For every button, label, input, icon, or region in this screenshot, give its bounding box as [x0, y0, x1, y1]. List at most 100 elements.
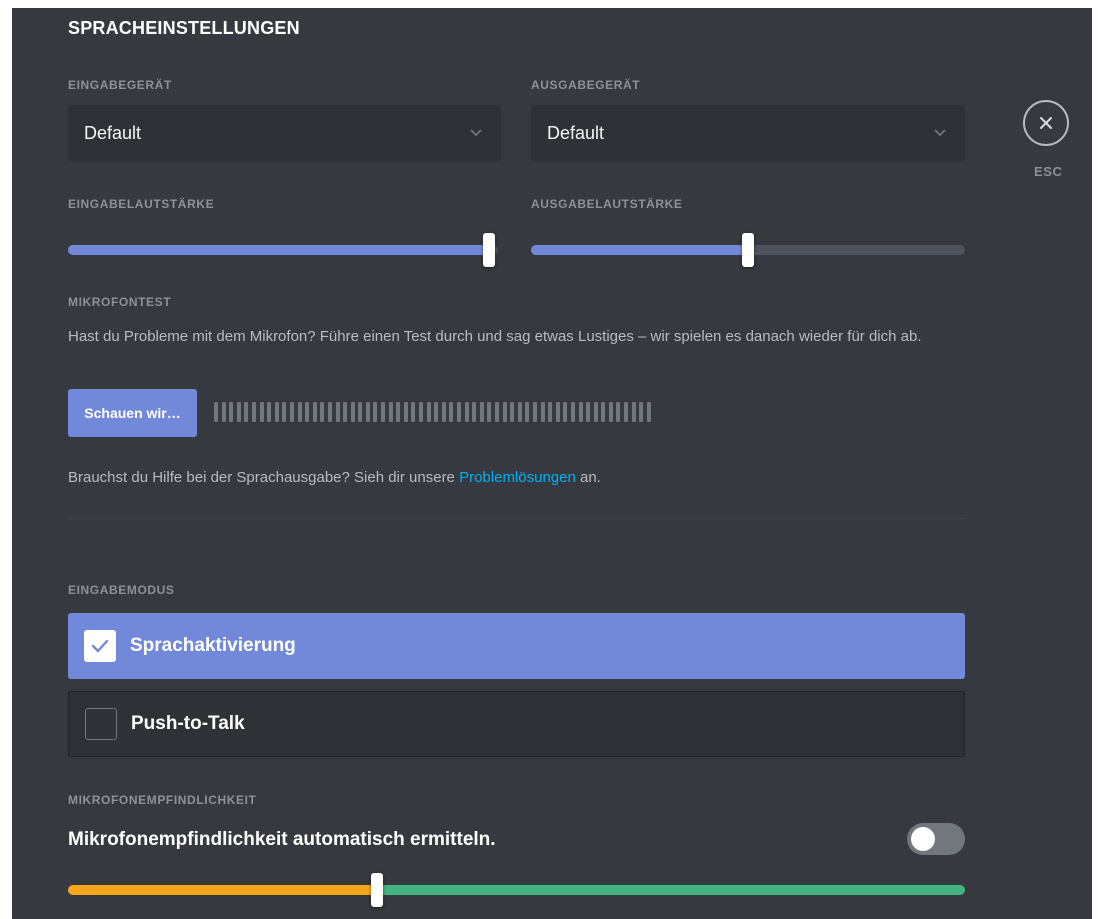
meter-bar	[388, 402, 393, 422]
mic-test-button[interactable]: Schauen wir…	[68, 389, 197, 437]
input-volume-handle[interactable]	[483, 233, 495, 267]
help-prefix: Brauchst du Hilfe bei der Sprachausgabe?…	[68, 469, 460, 486]
meter-bar	[479, 402, 484, 422]
help-suffix: an.	[575, 469, 601, 486]
meter-bar	[434, 402, 439, 422]
checkbox-voice-activity[interactable]	[84, 630, 116, 662]
meter-bar	[426, 402, 431, 422]
sensitivity-handle[interactable]	[371, 873, 383, 907]
meter-bar	[282, 402, 287, 422]
meter-bar	[586, 402, 591, 422]
auto-sensitivity-toggle[interactable]	[907, 823, 965, 855]
auto-sensitivity-label: Mikrofonempfindlichkeit automatisch ermi…	[68, 829, 496, 850]
input-volume-label: EINGABELAUTSTÄRKE	[68, 197, 215, 211]
meter-bar	[457, 402, 461, 422]
meter-bar	[449, 402, 454, 422]
close-icon	[1040, 117, 1052, 129]
meter-bar	[305, 402, 310, 422]
output-volume-label: AUSGABELAUTSTÄRKE	[531, 197, 683, 211]
chevron-down-icon	[470, 129, 482, 137]
meter-bar	[411, 402, 416, 422]
meter-bar	[274, 402, 279, 422]
toggle-knob	[911, 827, 935, 851]
meter-bar	[312, 402, 317, 422]
meter-bar	[320, 402, 325, 422]
meter-bar	[601, 402, 606, 422]
page-title: SPRACHEINSTELLUNGEN	[68, 18, 300, 38]
check-icon	[91, 639, 109, 653]
meter-bar	[510, 402, 515, 422]
meter-bar	[381, 402, 386, 422]
input-device-value: Default	[84, 123, 142, 143]
output-device-label: AUSGABEGERÄT	[531, 78, 641, 92]
meter-bar	[251, 402, 256, 422]
troubleshooting-link[interactable]: Problemlösungen	[459, 469, 576, 486]
meter-bar	[327, 402, 332, 422]
meter-bar	[365, 402, 370, 422]
meter-bar	[502, 402, 507, 422]
meter-bar	[221, 402, 226, 422]
meter-bar	[646, 402, 651, 422]
mic-level-meter	[214, 402, 651, 422]
input-device-select[interactable]: Default	[68, 105, 501, 162]
meter-bar	[517, 402, 522, 422]
meter-bar	[214, 402, 218, 422]
meter-bar	[563, 402, 568, 422]
input-volume-slider[interactable]	[68, 233, 498, 267]
meter-bar	[396, 402, 401, 422]
mode-voice-activity[interactable]: Sprachaktivierung	[68, 613, 965, 679]
mode-push-to-talk[interactable]: Push-to-Talk	[68, 691, 965, 757]
meter-bar	[631, 402, 636, 422]
meter-bar	[267, 402, 272, 422]
meter-bar	[373, 402, 378, 422]
meter-bar	[289, 402, 294, 422]
sensitivity-low-segment	[68, 885, 377, 895]
mode-push-to-talk-label: Push-to-Talk	[131, 713, 245, 734]
meter-bar	[525, 402, 530, 422]
meter-bar	[570, 402, 575, 422]
meter-bar	[616, 402, 621, 422]
meter-bar	[419, 402, 424, 422]
meter-bar	[624, 402, 629, 422]
meter-bar	[540, 402, 545, 422]
meter-bar	[555, 402, 560, 422]
meter-bar	[358, 402, 363, 422]
meter-bar	[464, 402, 469, 422]
meter-bar	[487, 402, 492, 422]
input-volume-fill	[68, 245, 489, 255]
meter-bar	[578, 402, 583, 422]
input-device-label: EINGABEGERÄT	[68, 78, 172, 92]
checkbox-push-to-talk[interactable]	[85, 708, 117, 740]
esc-label: ESC	[1034, 164, 1063, 179]
meter-bar	[259, 402, 264, 422]
mic-test-description: Hast du Probleme mit dem Mikrofon? Führe…	[68, 328, 922, 345]
output-volume-handle[interactable]	[742, 233, 754, 267]
meter-bar	[472, 402, 477, 422]
meter-bar	[608, 402, 613, 422]
meter-bar	[297, 402, 302, 422]
output-device-value: Default	[547, 123, 605, 143]
close-button[interactable]	[1023, 100, 1069, 146]
section-divider	[68, 518, 965, 519]
input-mode-label: EINGABEMODUS	[68, 583, 175, 597]
meter-bar	[350, 402, 355, 422]
help-text: Brauchst du Hilfe bei der Sprachausgabe?…	[68, 465, 601, 490]
meter-bar	[236, 402, 241, 422]
sensitivity-slider[interactable]	[68, 873, 965, 907]
meter-bar	[532, 402, 537, 422]
meter-bar	[229, 402, 234, 422]
meter-bar	[343, 402, 348, 422]
chevron-down-icon	[934, 129, 946, 137]
output-volume-fill	[531, 245, 748, 255]
meter-bar	[244, 402, 249, 422]
meter-bar	[403, 402, 408, 422]
meter-bar	[548, 402, 553, 422]
output-device-select[interactable]: Default	[531, 105, 965, 162]
meter-bar	[639, 402, 644, 422]
meter-bar	[335, 402, 340, 422]
mic-test-label: MIKROFONTEST	[68, 295, 172, 309]
meter-bar	[441, 402, 446, 422]
sensitivity-label: MIKROFONEMPFINDLICHKEIT	[68, 793, 257, 807]
mode-voice-activity-label: Sprachaktivierung	[130, 635, 296, 656]
output-volume-slider[interactable]	[531, 233, 965, 267]
